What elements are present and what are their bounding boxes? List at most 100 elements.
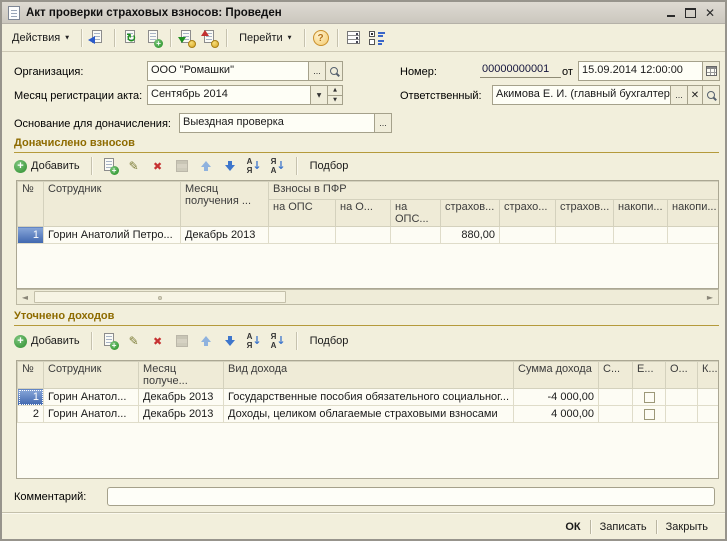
move-down-button[interactable] [221, 332, 239, 350]
flag-cell[interactable] [633, 406, 666, 423]
table-row[interactable]: 1 Горин Анатолий Петро... Декабрь 2013 8… [18, 227, 719, 244]
pick-button[interactable]: Подбор [306, 158, 353, 174]
edit-row-button[interactable]: ✎ [125, 332, 143, 350]
move-up-button[interactable] [197, 332, 215, 350]
col-header-num: № [18, 182, 44, 227]
checkbox[interactable] [644, 392, 655, 403]
copy-row-button[interactable]: + [101, 332, 119, 350]
basis-select-button[interactable]: ... [374, 114, 391, 132]
chevron-down-icon: ▼ [65, 35, 69, 41]
responsible-select-button[interactable]: ... [670, 86, 687, 104]
scroll-left-icon[interactable]: ◄ [17, 290, 33, 304]
row-number-cell[interactable]: 2 [18, 406, 44, 423]
close-form-button[interactable]: Закрыть [657, 519, 717, 535]
value-cell[interactable] [614, 227, 668, 244]
empty-cell[interactable] [666, 406, 698, 423]
reg-month-spinner[interactable]: ▲ ▼ [327, 86, 342, 104]
month-cell[interactable]: Декабрь 2013 [139, 406, 224, 423]
actions-menu-button[interactable]: Действия ▼ [6, 29, 75, 47]
save-button[interactable]: Записать [591, 519, 656, 535]
employee-cell[interactable]: Горин Анатол... [44, 389, 139, 406]
responsible-clear-button[interactable]: ✕ [687, 86, 702, 104]
employee-cell[interactable]: Горин Анатол... [44, 406, 139, 423]
reg-month-dropdown-button[interactable]: ▼ [310, 86, 327, 104]
minimize-button[interactable] [666, 7, 676, 18]
spin-up-icon[interactable]: ▲ [328, 86, 342, 96]
org-value: ООО "Ромашки" [148, 62, 308, 80]
ok-button[interactable]: ОК [556, 519, 589, 535]
value-cell[interactable] [556, 227, 614, 244]
move-down-button[interactable] [221, 157, 239, 175]
sort-descending-button[interactable]: ЯА↓ [269, 332, 287, 350]
value-cell[interactable]: 880,00 [441, 227, 500, 244]
table-row[interactable]: 2 Горин Анатол... Декабрь 2013 Доходы, ц… [18, 406, 719, 423]
sort-descending-button[interactable]: ЯА↓ [269, 157, 287, 175]
date-field[interactable]: 15.09.2014 12:00:00 [578, 61, 720, 81]
incomes-table: № Сотрудник Месяц получе... Вид дохода С… [16, 360, 719, 479]
responsible-label: Ответственный: [400, 90, 482, 102]
empty-cell[interactable] [666, 389, 698, 406]
pick-button[interactable]: Подбор [306, 333, 353, 349]
employee-cell[interactable]: Горин Анатолий Петро... [44, 227, 181, 244]
post-document-button[interactable] [177, 28, 197, 48]
spin-down-icon[interactable]: ▼ [328, 96, 342, 105]
save-document-button[interactable] [88, 28, 108, 48]
reg-month-field[interactable]: Сентябрь 2014 ▼ ▲ ▼ [147, 85, 343, 105]
goto-menu-button[interactable]: Перейти ▼ [233, 29, 297, 47]
document-structure-button[interactable] [344, 28, 364, 48]
calendar-button[interactable] [702, 62, 719, 80]
value-cell[interactable] [336, 227, 391, 244]
scroll-right-icon[interactable]: ► [702, 290, 718, 304]
add-row-button[interactable]: + Добавить [12, 335, 82, 348]
unpost-document-button[interactable] [200, 28, 220, 48]
horizontal-scrollbar[interactable]: ◄ ► [16, 289, 719, 305]
amount-cell[interactable]: -4 000,00 [514, 389, 599, 406]
amount-cell[interactable]: 4 000,00 [514, 406, 599, 423]
org-open-button[interactable] [325, 62, 342, 80]
empty-cell[interactable] [599, 406, 633, 423]
document-movements-button[interactable] [367, 28, 387, 48]
income-type-cell[interactable]: Доходы, целиком облагаемые страховыми вз… [224, 406, 514, 423]
sort-desc-icon: ЯА↓ [270, 158, 286, 174]
checkbox[interactable] [644, 409, 655, 420]
refresh-icon: ↻ [126, 31, 136, 45]
empty-cell[interactable] [698, 389, 719, 406]
income-type-cell[interactable]: Государственные пособия обязательного со… [224, 389, 514, 406]
number-value[interactable]: 00000000001 [480, 63, 561, 78]
delete-row-button[interactable]: ✖ [149, 157, 167, 175]
copy-row-button[interactable]: + [101, 157, 119, 175]
comment-input[interactable] [107, 487, 715, 506]
responsible-field[interactable]: Акимова Е. И. (главный бухгалтер ... ✕ [492, 85, 720, 105]
edit-row-button[interactable]: ✎ [125, 157, 143, 175]
value-cell[interactable] [269, 227, 336, 244]
basis-field[interactable]: Выездная проверка ... [179, 113, 392, 133]
add-row-button[interactable]: + Добавить [12, 160, 82, 173]
move-up-button[interactable] [197, 157, 215, 175]
value-cell[interactable] [500, 227, 556, 244]
month-cell[interactable]: Декабрь 2013 [181, 227, 269, 244]
help-button[interactable]: ? [313, 30, 329, 46]
row-number-cell[interactable]: 1 [18, 227, 44, 244]
value-cell[interactable] [668, 227, 719, 244]
end-edit-button[interactable] [173, 332, 191, 350]
flag-cell[interactable] [633, 389, 666, 406]
sort-ascending-button[interactable]: АЯ↓ [245, 157, 263, 175]
end-edit-button[interactable] [173, 157, 191, 175]
value-cell[interactable] [391, 227, 441, 244]
org-select-button[interactable]: ... [308, 62, 325, 80]
month-cell[interactable]: Декабрь 2013 [139, 389, 224, 406]
responsible-open-button[interactable] [702, 86, 719, 104]
delete-row-button[interactable]: ✖ [149, 332, 167, 350]
sort-ascending-button[interactable]: АЯ↓ [245, 332, 263, 350]
empty-cell[interactable] [698, 406, 719, 423]
reread-button[interactable]: ↻ [121, 28, 141, 48]
scrollbar-thumb[interactable] [34, 291, 286, 303]
empty-cell[interactable] [599, 389, 633, 406]
col-header-month: Месяц получения ... [181, 182, 269, 227]
copy-document-button[interactable]: + [144, 28, 164, 48]
row-number-cell[interactable]: 1 [18, 389, 44, 406]
org-field[interactable]: ООО "Ромашки" ... [147, 61, 343, 81]
maximize-button[interactable] [685, 8, 696, 18]
close-button[interactable]: ✕ [705, 7, 715, 19]
table-row[interactable]: 1 Горин Анатол... Декабрь 2013 Государст… [18, 389, 719, 406]
